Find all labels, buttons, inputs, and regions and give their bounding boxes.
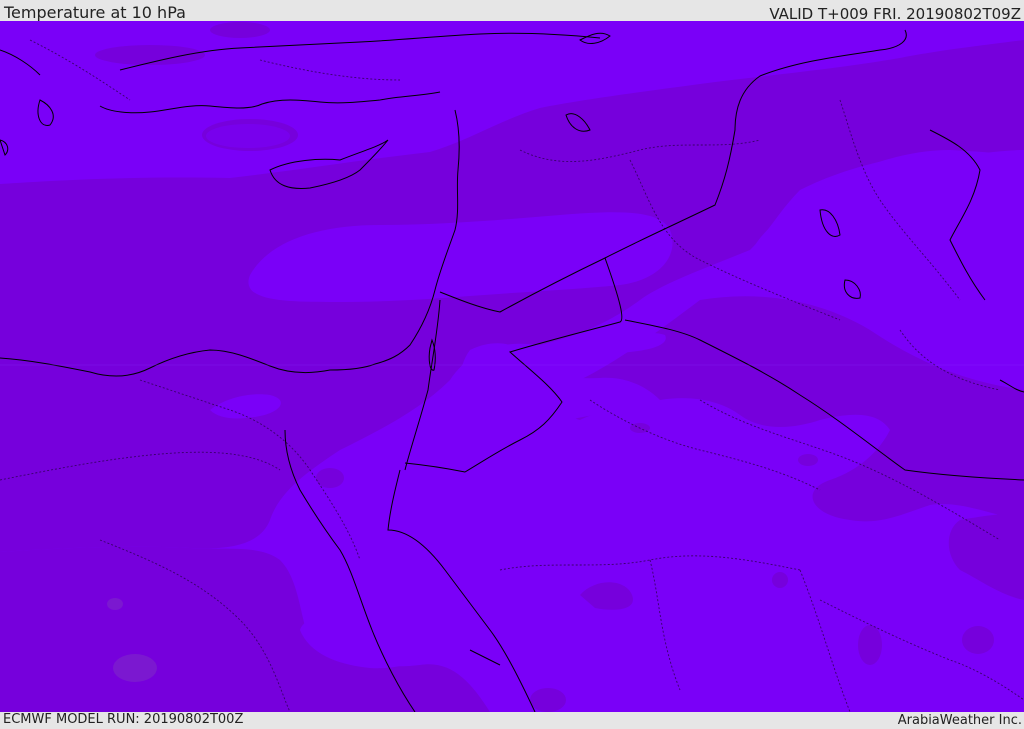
weather-map[interactable] (0, 21, 1024, 712)
credit-label: ArabiaWeather Inc. (897, 713, 1022, 728)
map-canvas (0, 21, 1024, 712)
map-title: Temperature at 10 hPa (4, 3, 186, 22)
footer-bar: ECMWF MODEL RUN: 20190802T00Z ArabiaWeat… (0, 712, 1024, 729)
model-run-label: ECMWF MODEL RUN: 20190802T00Z (3, 712, 244, 727)
header-bar: Temperature at 10 hPa VALID T+009 FRI. 2… (0, 0, 1024, 23)
